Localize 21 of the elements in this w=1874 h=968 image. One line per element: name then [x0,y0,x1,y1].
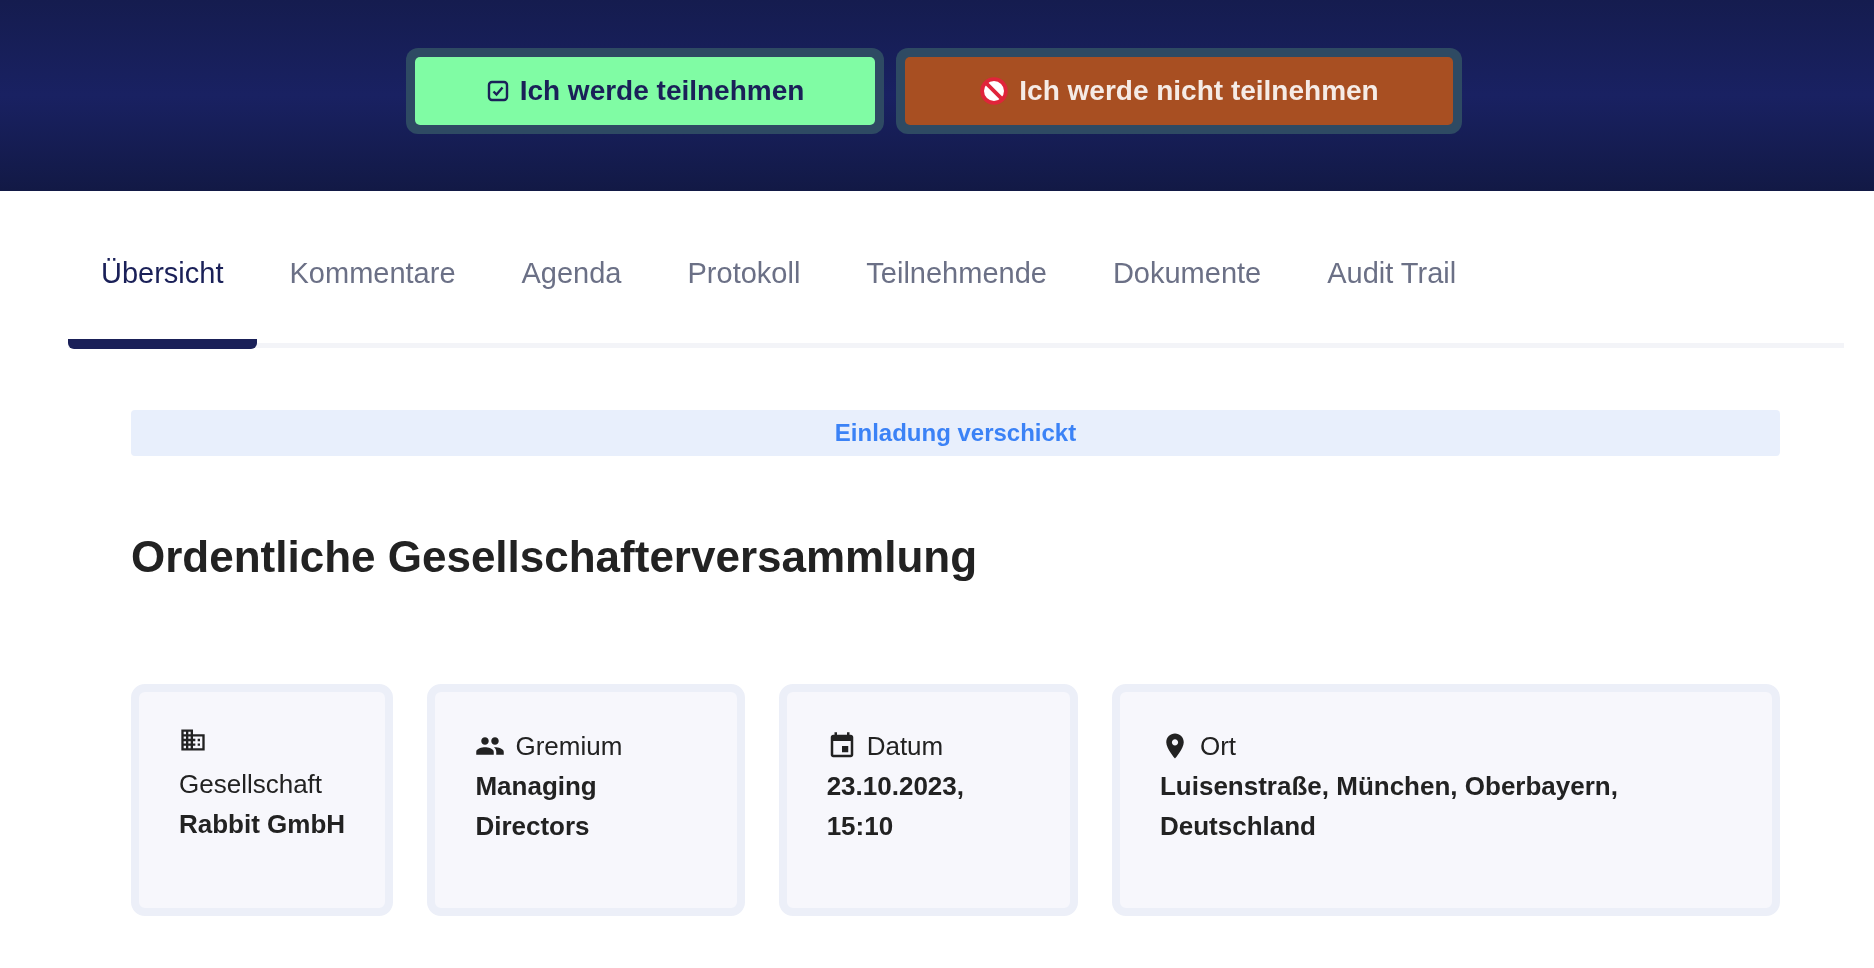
tab[interactable]: Protokoll [654,257,834,349]
card-label: Gesellschaft [179,768,323,801]
tab[interactable]: Teilnehmende [833,257,1080,349]
tab[interactable]: Übersicht [68,257,257,349]
tab[interactable]: Agenda [488,257,655,349]
status-banner: Einladung verschickt [131,410,1780,456]
card-label: Ort [1199,730,1237,763]
tab[interactable]: Kommentare [256,257,489,349]
decline-button[interactable]: Ich werde nicht teilnehmen [905,57,1453,125]
attend-button[interactable]: Ich werde teilnehmen [415,57,875,125]
checkbox-icon [485,79,510,103]
card-label: Gremium [515,730,623,763]
tab[interactable]: Dokumente [1079,257,1295,349]
meeting-title: Ordentliche Gesellschafterversammlung [131,531,979,583]
card-value: Rabbit GmbH [179,808,346,841]
prohibited-icon [979,76,1010,106]
card-label: Datum [866,730,944,763]
card-value: 23.10.2023, 15:10 [826,770,965,843]
card-value: Luisenstraße, München, Oberbayern, Deutschland [1159,770,1619,843]
tab[interactable]: Audit Trail [1294,257,1490,349]
card-value: Managing Directors [475,770,598,843]
